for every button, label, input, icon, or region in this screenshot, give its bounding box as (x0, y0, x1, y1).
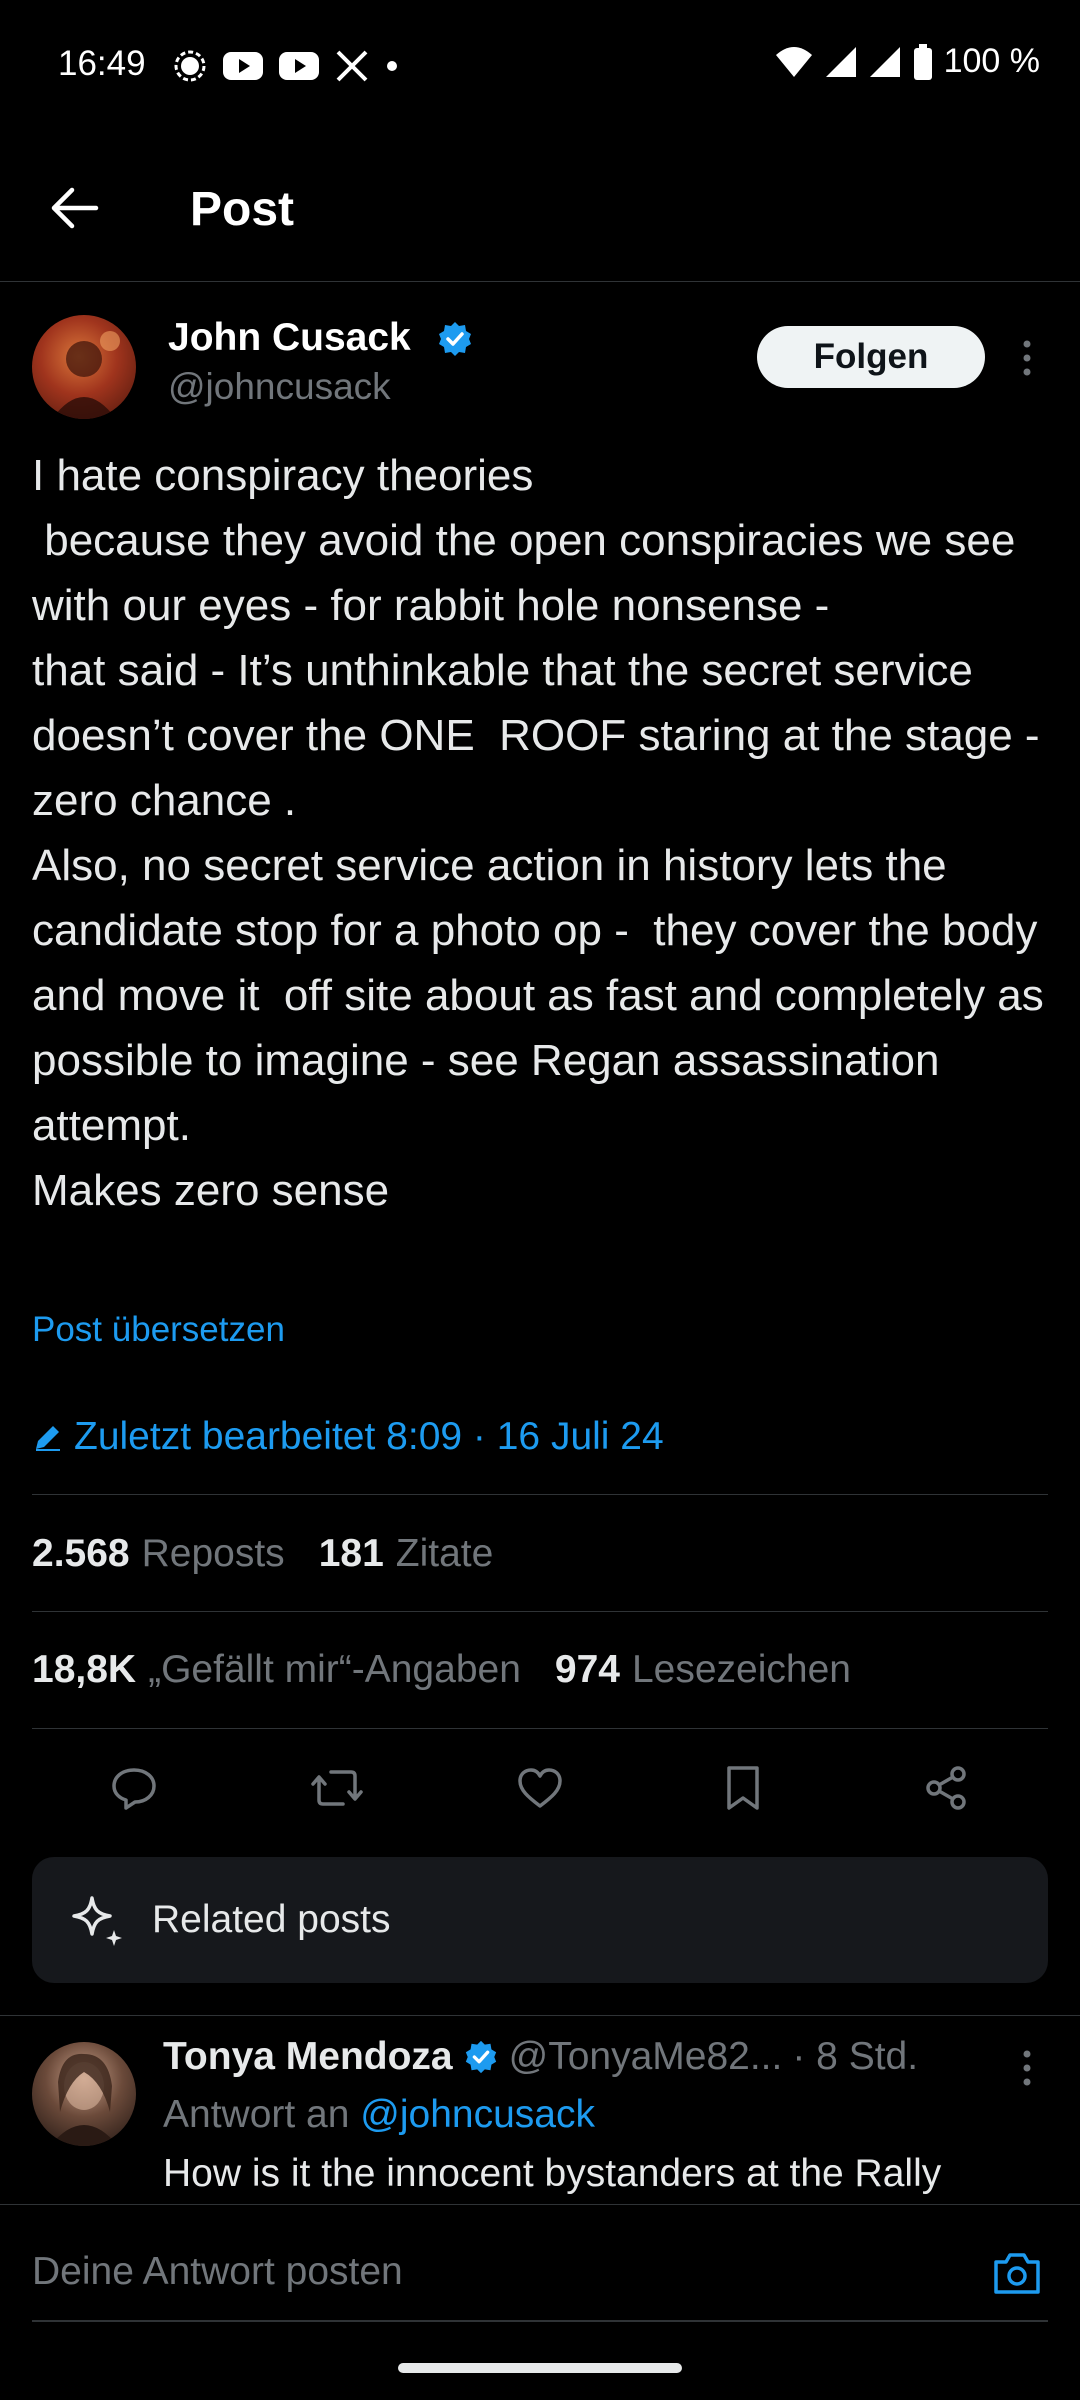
wifi-icon (774, 45, 814, 79)
stats-row-likes: 18,8K „Gefällt mir“-Angaben 974 Lesezeic… (32, 1648, 885, 1692)
share-button[interactable] (918, 1760, 974, 1816)
repost-icon (309, 1762, 365, 1814)
reply-author-avatar[interactable] (32, 2042, 136, 2146)
camera-icon (990, 2246, 1044, 2300)
camera-button[interactable] (990, 2246, 1044, 2300)
cell-signal-icon (868, 45, 902, 79)
page-title: Post (190, 183, 295, 236)
verified-badge-icon (463, 2039, 499, 2075)
reply-input[interactable]: Deine Antwort posten (32, 2250, 403, 2294)
more-options-button[interactable] (1012, 336, 1042, 380)
reply-more-options-button[interactable] (1012, 2046, 1042, 2090)
reply-to-prefix: Antwort an (163, 2093, 350, 2136)
bookmark-icon (717, 1762, 769, 1814)
heart-icon (514, 1762, 566, 1814)
related-posts-button[interactable]: Related posts (32, 1857, 1048, 1983)
author-avatar[interactable] (32, 315, 136, 419)
battery-icon (912, 43, 934, 81)
repost-button[interactable] (309, 1760, 365, 1816)
bookmarks-count[interactable]: 974 (555, 1648, 620, 1692)
status-notification-icons (172, 48, 400, 84)
stats-row-reposts: 2.568 Reposts 181 Zitate (32, 1532, 527, 1576)
quotes-count[interactable]: 181 (319, 1532, 384, 1576)
likes-count[interactable]: 18,8K (32, 1648, 136, 1692)
youtube-icon (278, 50, 320, 82)
reply-header: Tonya Mendoza @TonyaMe82... · 8 Std. (163, 2035, 918, 2079)
more-vertical-icon (1012, 2046, 1042, 2090)
pencil-icon (32, 1421, 64, 1453)
status-system-icons: 100 % (774, 42, 1040, 81)
author-handle[interactable]: @johncusack (168, 366, 391, 408)
bookmark-button[interactable] (715, 1760, 771, 1816)
reply-author-name[interactable]: Tonya Mendoza (163, 2035, 453, 2079)
cell-signal-icon (824, 45, 858, 79)
header-divider (0, 281, 1080, 282)
follow-button[interactable]: Folgen (757, 326, 985, 388)
divider (32, 1728, 1048, 1729)
youtube-icon (222, 50, 264, 82)
dot-icon (384, 58, 400, 74)
arrow-left-icon (46, 180, 102, 236)
back-button[interactable] (46, 180, 102, 236)
share-icon (920, 1762, 972, 1814)
author-name[interactable]: John Cusack (168, 316, 411, 360)
reply-button[interactable] (106, 1760, 162, 1816)
reply-icon (108, 1762, 160, 1814)
divider (32, 1611, 1048, 1612)
reply-text[interactable]: How is it the innocent bystanders at the… (163, 2152, 1063, 2204)
sparkle-icon (68, 1890, 128, 1950)
divider (32, 1494, 1048, 1495)
reply-time: · 8 Std. (792, 2035, 919, 2078)
edited-label: Zuletzt bearbeitet 8:09 · 16 Juli 24 (74, 1415, 664, 1458)
quotes-label[interactable]: Zitate (396, 1532, 494, 1576)
verified-badge-icon (436, 320, 474, 358)
reposts-count[interactable]: 2.568 (32, 1532, 130, 1576)
related-posts-label: Related posts (152, 1898, 391, 1941)
section-divider (0, 2015, 1080, 2016)
reply-to-line: Antwort an @johncusack (163, 2093, 595, 2137)
edited-timestamp-link[interactable]: Zuletzt bearbeitet 8:09 · 16 Juli 24 (32, 1415, 664, 1459)
more-vertical-icon (1012, 336, 1042, 380)
post-text: I hate conspiracy theories because they … (32, 451, 1044, 1215)
signal-app-icon (172, 48, 208, 84)
likes-label[interactable]: „Gefällt mir“-Angaben (148, 1648, 521, 1692)
composer-underline (32, 2320, 1048, 2322)
x-icon (334, 48, 370, 84)
translate-post-link[interactable]: Post übersetzen (32, 1310, 285, 1350)
like-button[interactable] (512, 1760, 568, 1816)
reply-author-handle[interactable]: @TonyaMe82... (509, 2035, 783, 2079)
reposts-label[interactable]: Reposts (142, 1532, 285, 1576)
post-action-bar (32, 1760, 1048, 1816)
bookmarks-label[interactable]: Lesezeichen (632, 1648, 851, 1692)
home-indicator[interactable] (398, 2363, 682, 2373)
reply-to-handle-link[interactable]: @johncusack (360, 2093, 595, 2136)
battery-percentage: 100 % (943, 42, 1040, 80)
status-time: 16:49 (58, 44, 146, 83)
